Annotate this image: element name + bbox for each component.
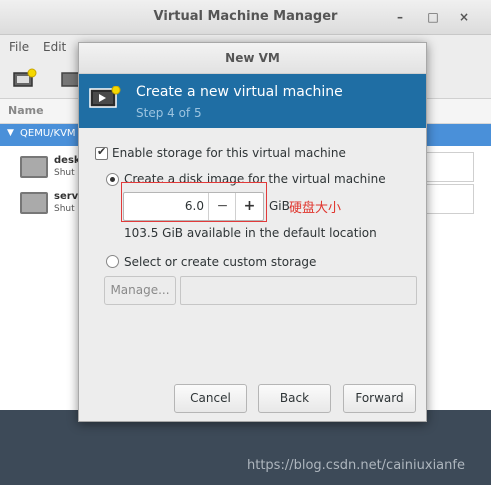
maximize-button[interactable]: □ [424, 8, 442, 26]
vm-status: Shut [54, 168, 75, 178]
custom-storage-radio[interactable] [106, 255, 119, 268]
dialog-title: New VM [225, 51, 280, 65]
create-disk-radio[interactable] [106, 173, 119, 186]
dialog-header: Create a new virtual machine Step 4 of 5 [79, 74, 426, 128]
monitor-icon [20, 156, 48, 178]
disk-size-spinner[interactable]: 6.0 − + [123, 192, 264, 221]
expand-triangle-icon[interactable]: ▼ [7, 128, 14, 138]
checkmark-icon: ✔ [97, 145, 107, 158]
enable-storage-label[interactable]: Enable storage for this virtual machine [112, 146, 346, 160]
menu-file[interactable]: File [9, 40, 29, 54]
vm-status: Shut [54, 204, 75, 214]
new-vm-dialog: New VM Create a new virtual machine Step… [78, 42, 427, 422]
forward-button[interactable]: Forward [343, 384, 416, 413]
header-title: Create a new virtual machine [136, 84, 343, 100]
storage-path-input[interactable] [180, 276, 417, 305]
dialog-titlebar: New VM [79, 43, 426, 74]
name-column-header[interactable]: Name [8, 104, 44, 117]
vm-name: desk [54, 155, 81, 166]
close-button[interactable]: × [455, 8, 473, 26]
increment-button[interactable]: + [235, 193, 263, 220]
watermark: https://blog.csdn.net/cainiuxianfe [247, 458, 465, 473]
menu-edit[interactable]: Edit [43, 40, 66, 54]
main-titlebar: Virtual Machine Manager – □ × [0, 0, 491, 35]
decrement-button[interactable]: − [208, 193, 236, 220]
enable-storage-checkbox[interactable]: ✔ [95, 145, 108, 160]
header-step: Step 4 of 5 [136, 106, 202, 120]
monitor-icon [20, 192, 48, 214]
disk-size-input[interactable]: 6.0 [124, 193, 204, 220]
main-window-title: Virtual Machine Manager [153, 9, 338, 24]
minimize-button[interactable]: – [391, 8, 409, 26]
custom-storage-label[interactable]: Select or create custom storage [124, 255, 316, 269]
back-button[interactable]: Back [258, 384, 331, 413]
new-vm-monitor-icon [89, 86, 121, 108]
manage-button[interactable]: Manage... [104, 276, 176, 305]
cpu-usage-graph [422, 184, 474, 214]
cpu-usage-graph [422, 152, 474, 182]
new-vm-icon[interactable] [12, 68, 38, 90]
radio-dot-icon [110, 177, 115, 182]
disk-unit-label: GiB [269, 199, 290, 213]
annotation-text: 硬盘大小 [289, 201, 342, 216]
cancel-button[interactable]: Cancel [174, 384, 247, 413]
connection-name: QEMU/KVM [20, 128, 76, 139]
available-space-text: 103.5 GiB available in the default locat… [124, 226, 377, 240]
